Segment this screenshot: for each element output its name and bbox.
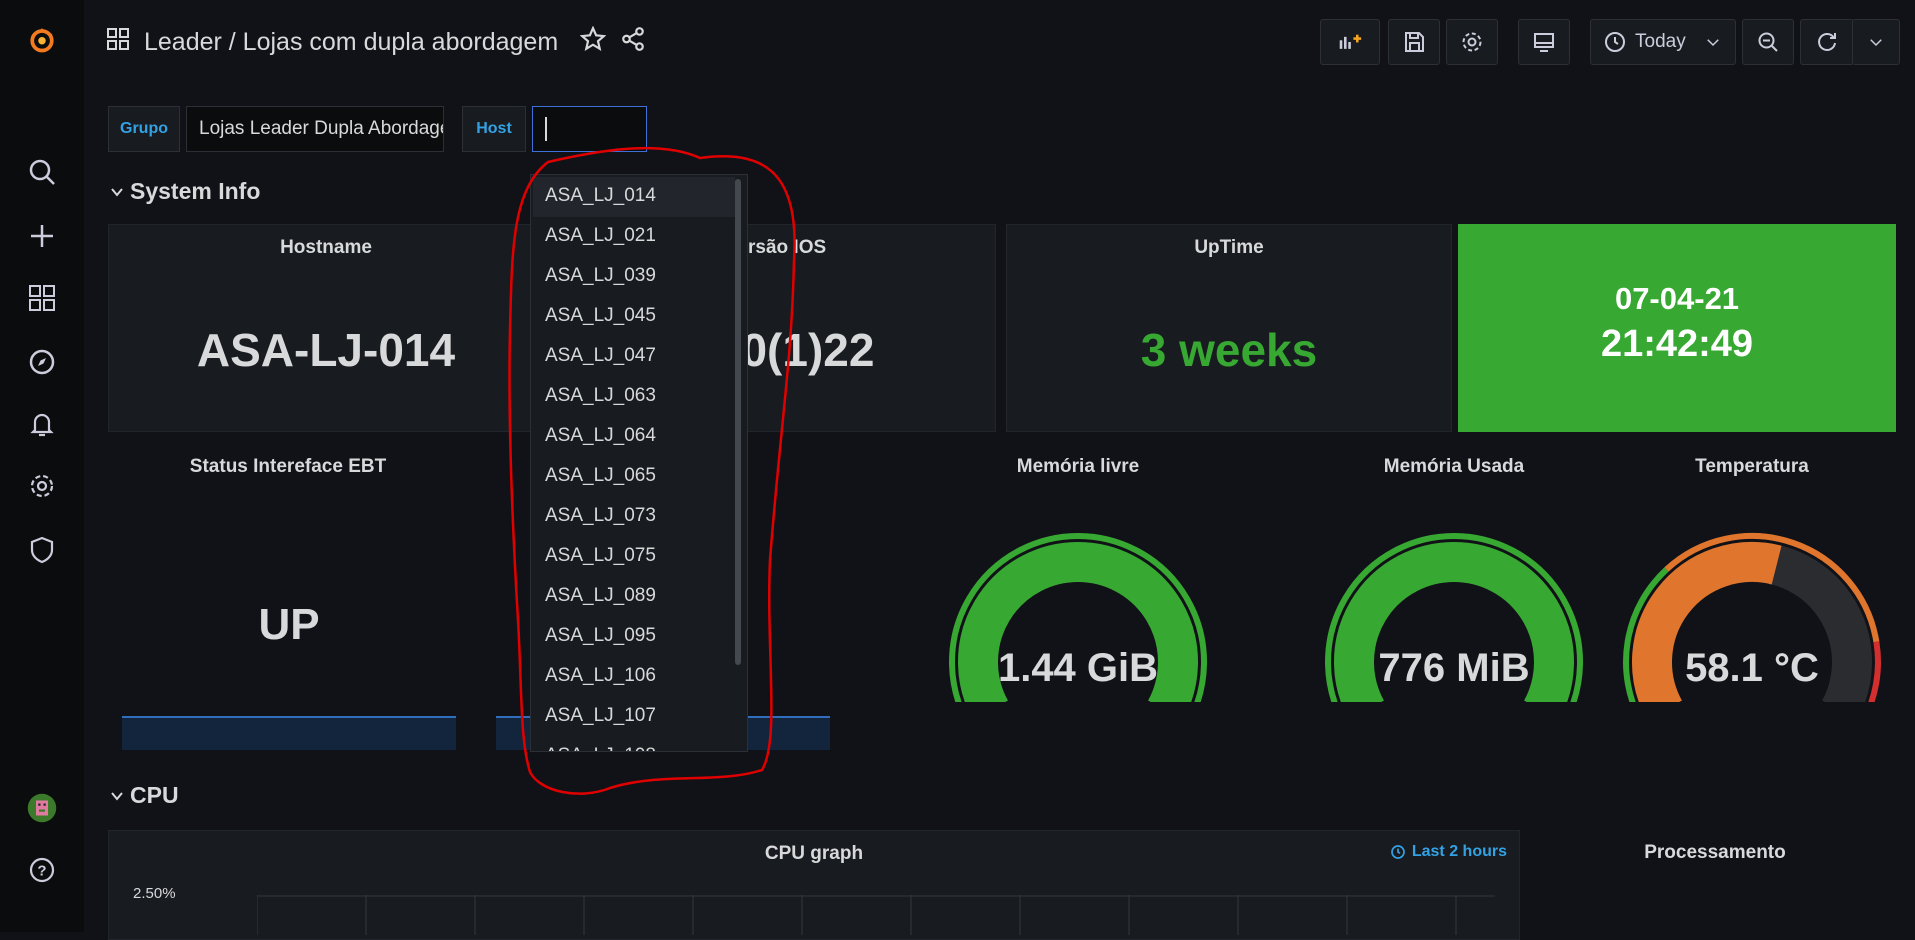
host-option[interactable]: ASA_LJ_095 (545, 625, 656, 647)
add-panel-icon (1339, 34, 1362, 49)
time-picker-button[interactable]: Today (1590, 19, 1736, 65)
graph-grid (257, 895, 1495, 935)
panel-uptime: UpTime 3 weeks (1006, 224, 1452, 432)
zoom-out-button[interactable] (1742, 19, 1794, 65)
clock-icon (1391, 845, 1405, 859)
panel-datetime: 07-04-21 21:42:49 (1458, 224, 1896, 432)
save-dashboard-button[interactable] (1388, 19, 1440, 65)
row-system-info[interactable]: System Info (110, 178, 260, 205)
y-axis-tick: 2.50% (133, 885, 176, 902)
share-icon[interactable] (620, 26, 646, 59)
clock-icon (1605, 32, 1625, 52)
host-option[interactable]: ASA_LJ_106 (545, 665, 656, 687)
text-cursor (545, 117, 547, 141)
dashboard-grid-icon (106, 27, 130, 58)
host-option[interactable]: ASA_LJ_107 (545, 705, 656, 727)
host-options-dropdown[interactable]: ASA_LJ_014 ASA_LJ_021 ASA_LJ_039 ASA_LJ_045… (530, 174, 748, 752)
refresh-icon (1818, 33, 1836, 51)
panel-status-ebt: Status Intereface EBT UP (108, 442, 468, 756)
time-override-badge: Last 2 hours (1390, 843, 1507, 861)
save-icon (1405, 32, 1424, 52)
help-icon[interactable]: ? (22, 850, 62, 890)
date-value: 07-04-21 (1614, 281, 1740, 316)
gauge-value: 776 MiB (1378, 646, 1530, 690)
panel-title: Status Intereface EBT (189, 456, 387, 477)
host-option[interactable]: ASA_LJ_089 (545, 585, 656, 607)
host-option[interactable]: ASA_LJ_014 (545, 185, 656, 207)
dropdown-scrollbar[interactable] (735, 179, 741, 665)
stat-value: UP (258, 600, 320, 649)
panel-title: CPU graph (764, 843, 864, 864)
search-icon[interactable] (22, 152, 62, 192)
plus-icon[interactable] (22, 216, 62, 256)
server-admin-shield-icon[interactable] (22, 530, 62, 570)
sparkline (122, 716, 456, 750)
refresh-button[interactable] (1800, 19, 1854, 65)
gear-icon (1462, 32, 1482, 52)
panel-title: Processamento (1644, 842, 1786, 863)
refresh-interval-dropdown[interactable] (1852, 19, 1900, 65)
panel-cpu-graph: CPU graph Last 2 hours 2.50% (108, 830, 1520, 940)
zoom-out-icon (1758, 32, 1778, 52)
panel-memoria-livre: Memória livre 1.44 GiB (900, 442, 1256, 756)
panel-hostname: Hostname ASA-LJ-014 (108, 224, 544, 432)
grafana-logo-icon[interactable] (22, 20, 62, 60)
breadcrumb[interactable]: Leader / Lojas com dupla abordagem (144, 28, 558, 57)
host-option[interactable]: ASA_LJ_075 (545, 545, 656, 567)
sidebar: ? (0, 0, 84, 932)
host-option[interactable]: ASA_LJ_021 (545, 225, 656, 247)
chevron-down-icon (111, 187, 123, 197)
panel-title: Temperatura (1695, 456, 1809, 477)
row-title: CPU (130, 782, 179, 808)
dashboard-settings-button[interactable] (1446, 19, 1498, 65)
stat-value: 3 weeks (1140, 324, 1318, 376)
chevron-down-icon (111, 791, 123, 801)
panel-title: UpTime (1194, 237, 1264, 258)
configuration-gear-icon[interactable] (22, 466, 62, 506)
host-option[interactable]: ASA_LJ_108 (545, 745, 656, 751)
host-option[interactable]: ASA_LJ_065 (545, 465, 656, 487)
host-option[interactable]: ASA_LJ_063 (545, 385, 656, 407)
panel-title: Hostname (280, 237, 372, 258)
variable-select-grupo[interactable]: Lojas Leader Dupla Abordagem (186, 106, 444, 152)
alerting-bell-icon[interactable] (22, 404, 62, 444)
time-value: 21:42:49 (1600, 323, 1754, 365)
host-option[interactable]: ASA_LJ_045 (545, 305, 656, 327)
host-option[interactable]: ASA_LJ_047 (545, 345, 656, 367)
host-option[interactable]: ASA_LJ_064 (545, 425, 656, 447)
stat-value: ASA-LJ-014 (196, 324, 456, 376)
host-search-input[interactable] (532, 106, 647, 152)
dashboard-header: Leader / Lojas com dupla abordagem (106, 22, 646, 62)
host-option[interactable]: ASA_LJ_073 (545, 505, 656, 527)
row-cpu[interactable]: CPU (110, 782, 179, 809)
time-override-text: Last 2 hours (1411, 843, 1507, 860)
explore-compass-icon[interactable] (22, 342, 62, 382)
gauge-value: 58.1 °C (1685, 646, 1819, 690)
add-panel-button[interactable] (1320, 19, 1380, 65)
panel-processamento: Processamento (1530, 830, 1900, 940)
chevron-down-icon (1870, 39, 1882, 47)
cycle-view-mode-button[interactable] (1518, 19, 1570, 65)
star-icon[interactable] (579, 24, 607, 59)
panel-title: Memória Usada (1383, 456, 1525, 477)
panel-title: Memória livre (1016, 456, 1140, 477)
chevron-down-icon (1706, 39, 1719, 47)
panel-memoria-usada: Memória Usada 776 MiB (1276, 442, 1632, 756)
user-avatar[interactable] (22, 788, 62, 828)
gauge-value: 1.44 GiB (997, 646, 1159, 690)
svg-text:?: ? (37, 863, 46, 880)
panel-temperatura: Temperatura 58.1 °C (1623, 442, 1881, 756)
monitor-icon (1534, 33, 1554, 52)
variable-label-grupo: Grupo (108, 106, 180, 152)
dashboards-icon[interactable] (22, 278, 62, 318)
host-option[interactable]: ASA_LJ_039 (545, 265, 656, 287)
row-title: System Info (130, 178, 261, 204)
variable-label-host: Host (462, 106, 526, 152)
time-picker-label: Today (1635, 31, 1686, 52)
